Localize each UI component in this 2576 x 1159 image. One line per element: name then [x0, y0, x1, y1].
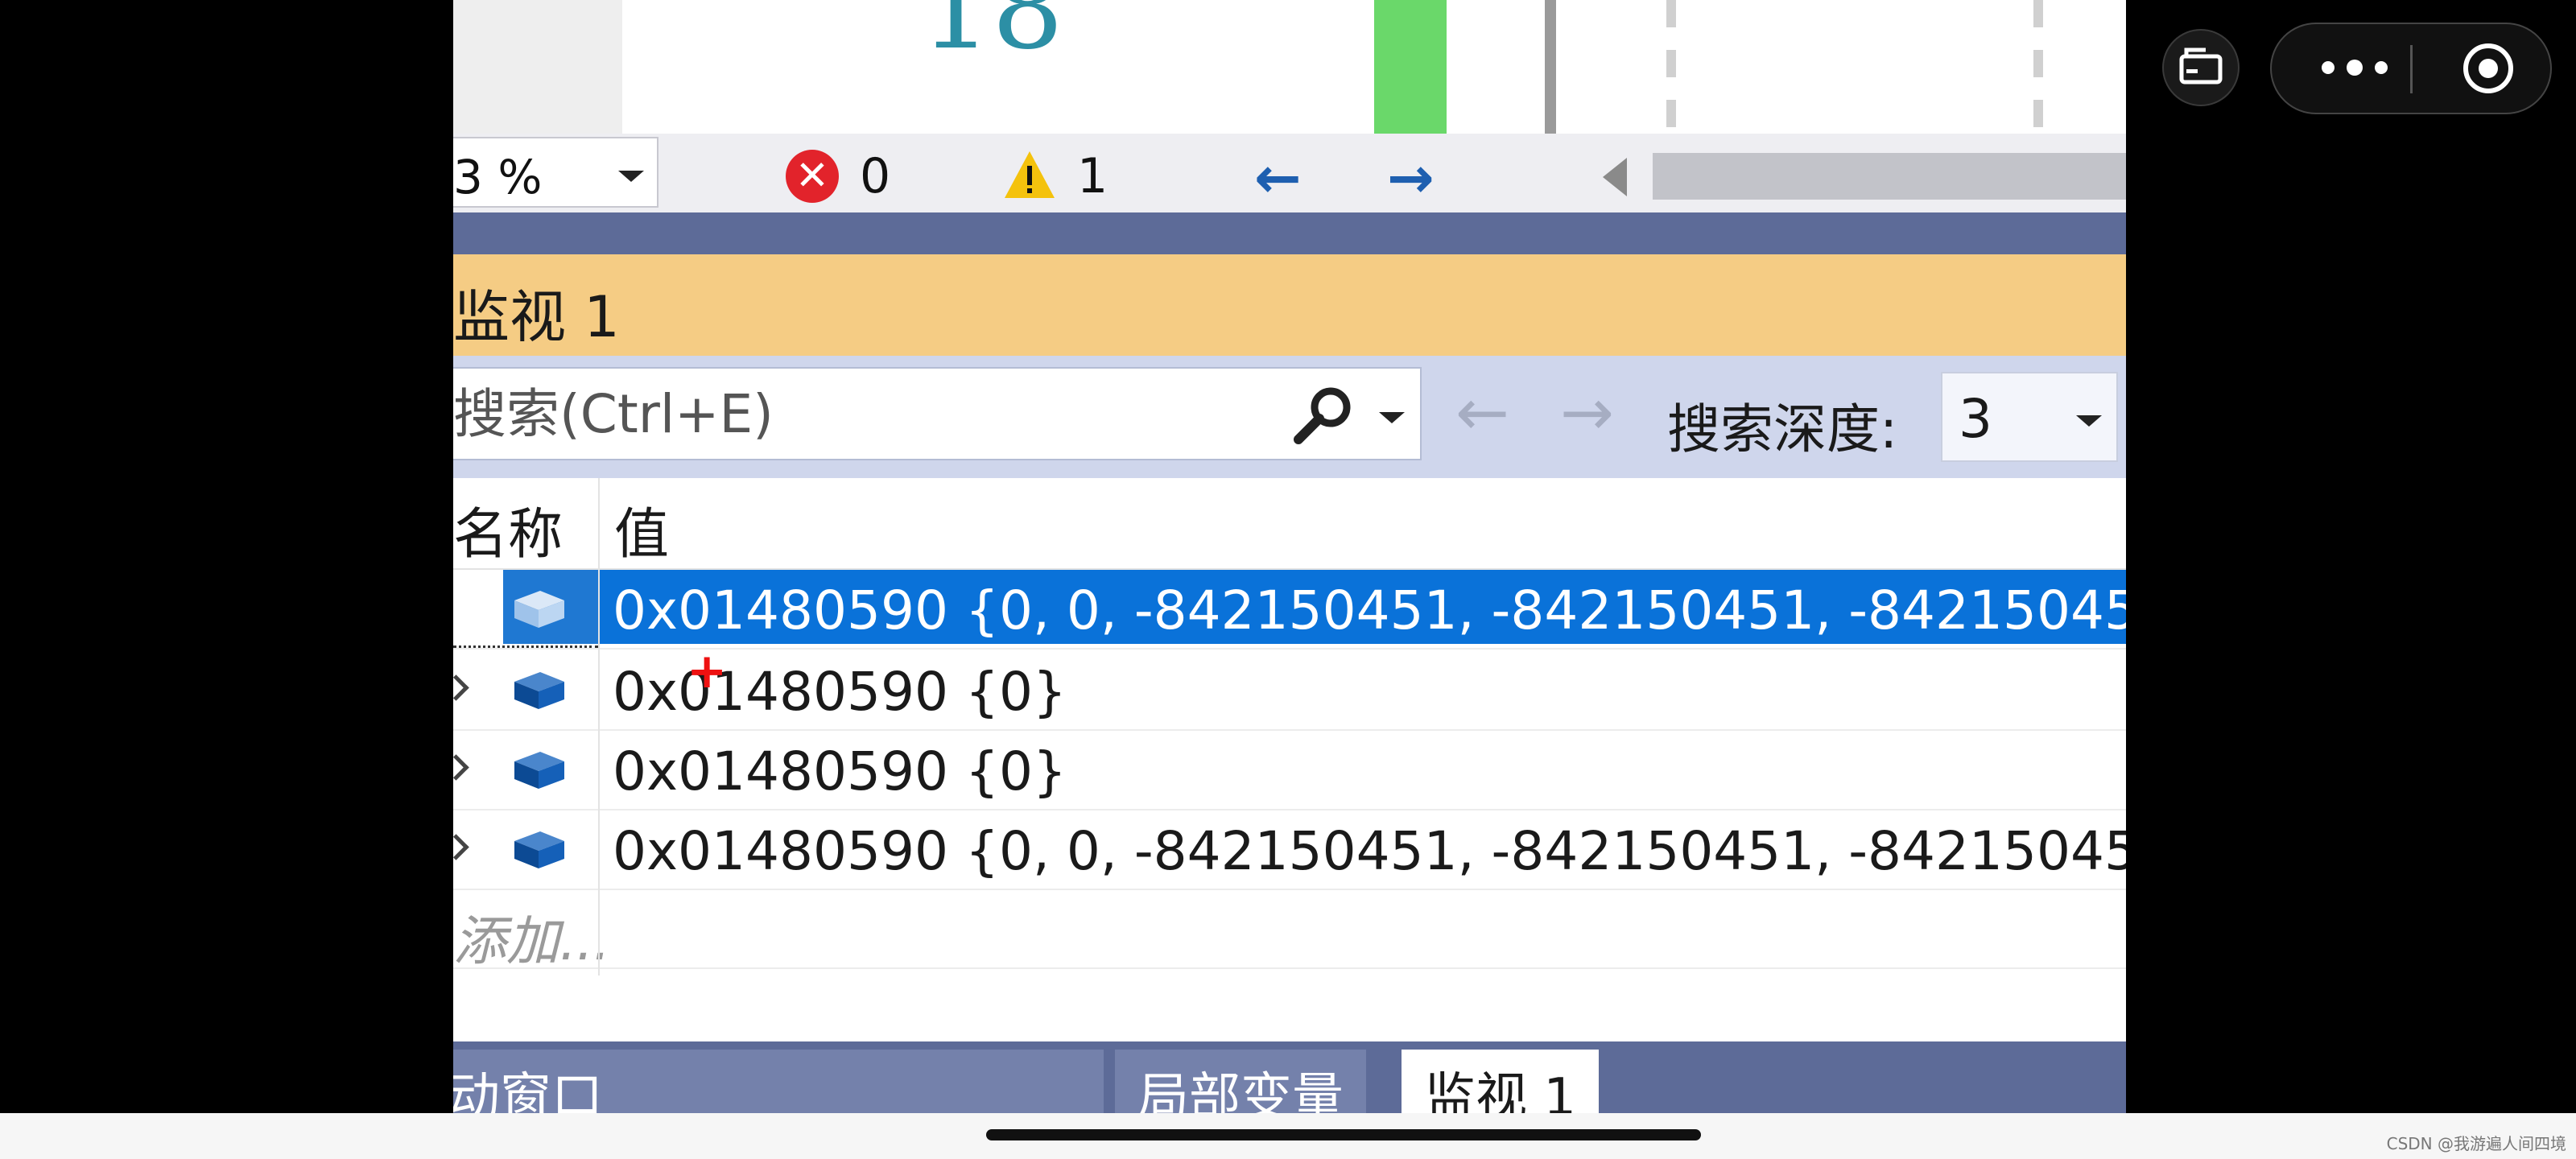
expand-arrow-icon[interactable] — [453, 593, 469, 620]
zoom-dropdown[interactable]: 3 % — [453, 137, 658, 208]
add-watch-placeholder: 添加... — [453, 910, 610, 972]
window-icon — [2179, 47, 2223, 85]
row-value: 0x01480590 {0, 0, -842150451, -842150451… — [613, 580, 2126, 641]
search-depth-label: 搜索深度: — [1667, 398, 1898, 460]
object-cube-icon — [514, 752, 564, 789]
tab-watch-1[interactable]: 监视 1 — [1402, 1050, 1600, 1113]
watermark-text: CSDN @我游遍人间四境 — [2386, 1134, 2566, 1153]
watch-search-toolbar: ← → 搜索深度: 3 — [453, 356, 2126, 478]
column-separator[interactable] — [598, 478, 600, 975]
search-input[interactable] — [453, 369, 1282, 459]
code-editor: 18 — [453, 0, 2126, 134]
table-row[interactable]: 0x01480590 {0, 0, -842150451, -842150451… — [453, 568, 2126, 650]
more-options-icon[interactable] — [2310, 52, 2399, 84]
object-cube-icon — [514, 831, 564, 868]
search-depth-dropdown[interactable]: 3 — [1941, 372, 2118, 462]
add-watch-item[interactable]: 添加... — [453, 887, 2126, 972]
column-header-name[interactable]: 名称 — [453, 489, 563, 569]
grid-header: 名称 值 — [453, 478, 2126, 570]
tab-auto-window[interactable]: 自动窗口 — [453, 1050, 1104, 1113]
watch-window-title: 监视 1 — [453, 284, 620, 350]
indent-guide — [2033, 0, 2043, 134]
navigate-back-arrow-icon[interactable]: ← — [1254, 145, 1302, 211]
bottom-bar: CSDN @我游遍人间四境 — [0, 1113, 2576, 1159]
tab-label: 自动窗口 — [453, 1068, 603, 1113]
error-icon[interactable]: ✕ — [786, 150, 839, 203]
watch-window-title-bar: 监视 1 — [453, 254, 2126, 356]
watch-grid: 名称 值 0x01480590 {0, 0, -842150451, -8421… — [453, 478, 2126, 1041]
search-icon[interactable] — [1292, 383, 1356, 448]
line-number: 18 — [920, 0, 1064, 75]
change-indicator — [1374, 0, 1447, 134]
minimize-floating-button[interactable] — [2162, 29, 2240, 106]
tab-locals[interactable]: 局部变量 — [1115, 1050, 1366, 1113]
capsule-divider — [2410, 45, 2413, 93]
expand-arrow-icon[interactable] — [453, 834, 469, 860]
search-depth-value: 3 — [1959, 388, 1992, 450]
table-row[interactable]: 0x01480590 {0, 0, -842150451, -842150451… — [453, 809, 2126, 890]
object-cube-icon — [514, 672, 564, 709]
expand-arrow-icon[interactable] — [453, 674, 469, 701]
bottom-tab-strip: 自动窗口 局部变量 监视 1 — [453, 1041, 2126, 1113]
tab-label: 监视 1 — [1424, 1068, 1577, 1113]
warning-icon[interactable] — [1003, 148, 1056, 201]
tool-window-frame — [453, 212, 2126, 254]
screen-recording: 18 3 % ✕ 0 1 ← → 监视 1 搜索(Ctrl+E) ← → 搜索深… — [453, 0, 2126, 1113]
search-next-arrow-icon[interactable]: → — [1560, 375, 1614, 450]
error-count: 0 — [860, 148, 891, 204]
focus-outline — [453, 645, 598, 648]
table-row[interactable]: 0x01480590 {0} — [453, 729, 2126, 810]
row-value: 0x01480590 {0} — [613, 661, 1067, 723]
scroll-left-arrow-icon[interactable] — [1603, 158, 1627, 196]
chevron-down-icon — [618, 171, 644, 182]
editor-gutter — [453, 0, 622, 134]
warning-count: 1 — [1077, 148, 1108, 204]
navigate-forward-arrow-icon[interactable]: → — [1387, 145, 1435, 211]
zoom-value: 3 % — [453, 150, 543, 204]
mouse-cursor-crosshair-icon: + — [687, 643, 728, 699]
chevron-down-icon[interactable] — [1379, 412, 1405, 423]
indent-guide — [1666, 0, 1676, 134]
expand-arrow-icon[interactable] — [453, 754, 469, 781]
home-indicator[interactable] — [986, 1129, 1701, 1140]
editor-guide-line — [1545, 0, 1556, 134]
editor-status-bar: 3 % ✕ 0 1 ← → — [453, 134, 2126, 212]
search-previous-arrow-icon[interactable]: ← — [1455, 375, 1509, 450]
search-box[interactable] — [453, 367, 1422, 460]
column-header-value[interactable]: 值 — [614, 489, 669, 569]
row-value: 0x01480590 {0} — [613, 740, 1067, 802]
object-cube-icon — [514, 591, 564, 628]
horizontal-scrollbar[interactable] — [1653, 153, 2126, 200]
close-target-icon[interactable] — [2462, 42, 2515, 95]
tab-label: 局部变量 — [1137, 1068, 1344, 1113]
chevron-down-icon — [2076, 415, 2102, 427]
mini-program-capsule — [2270, 23, 2552, 114]
row-value: 0x01480590 {0, 0, -842150451, -842150451… — [613, 820, 2126, 882]
